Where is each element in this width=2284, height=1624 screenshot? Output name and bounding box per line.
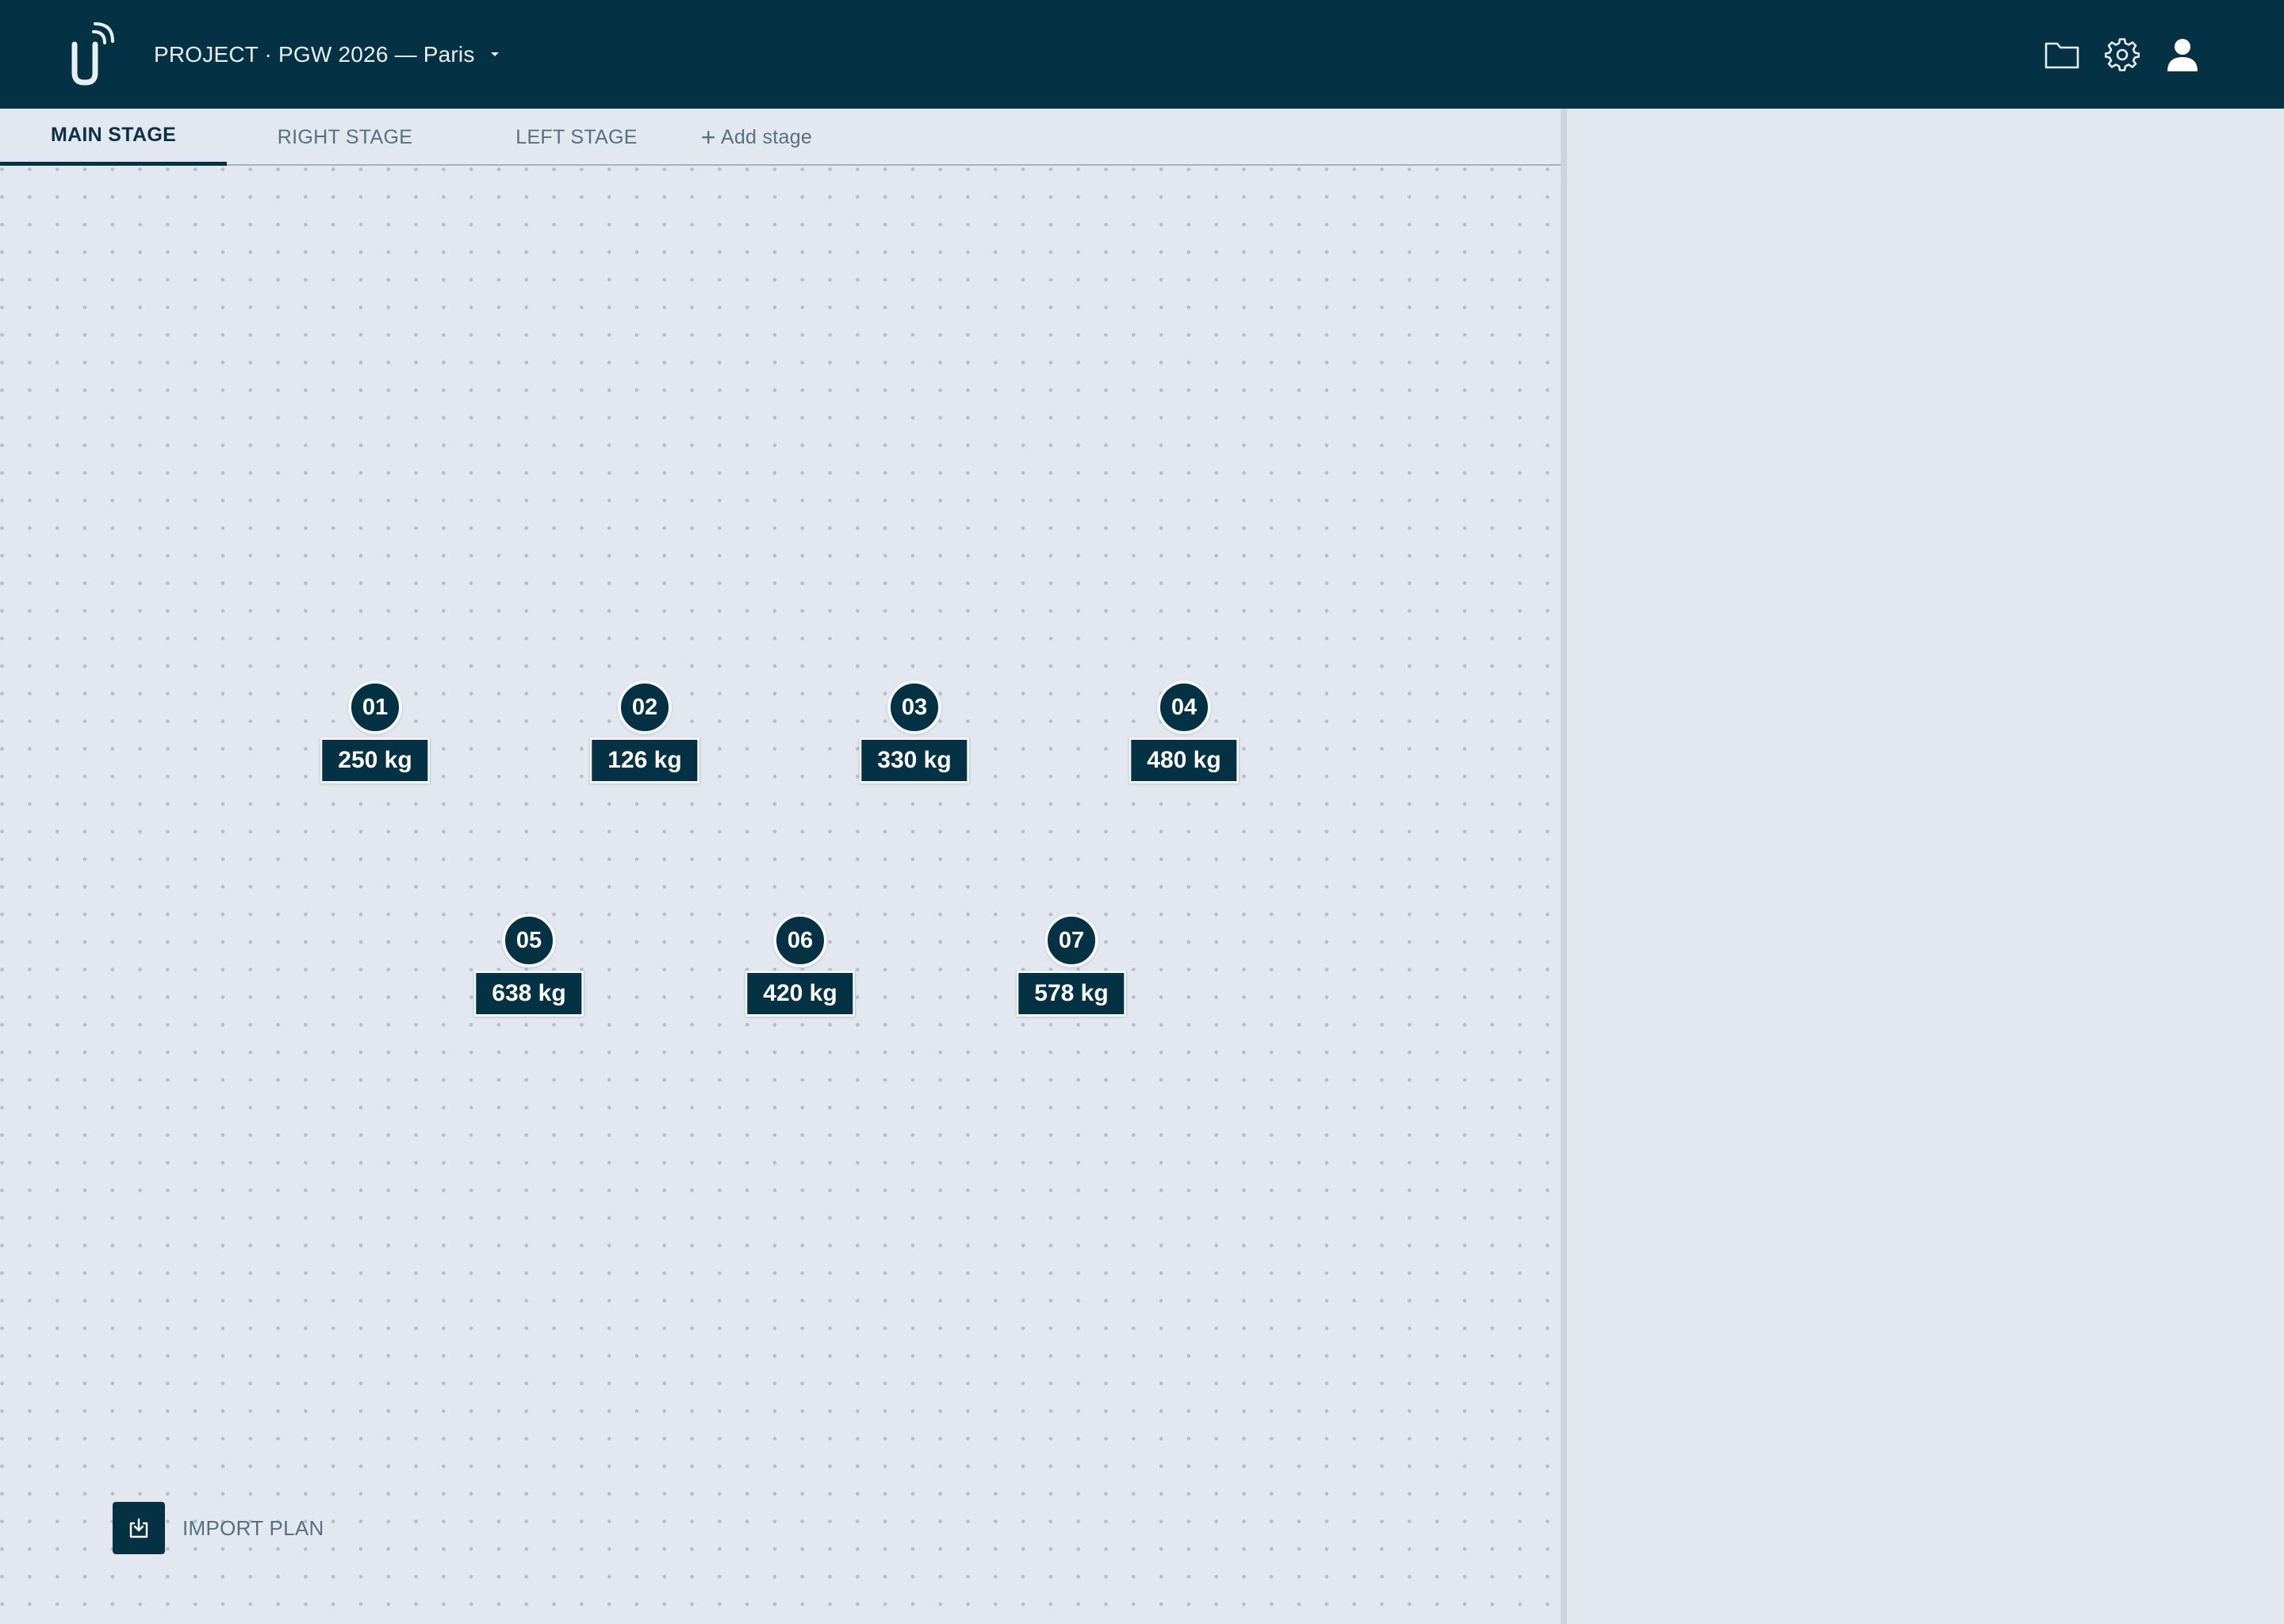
rigging-point-02[interactable]: 02 126 kg <box>581 680 708 791</box>
tab-label: MAIN STAGE <box>50 124 177 146</box>
tab-left-stage[interactable]: LEFT STAGE <box>487 109 666 166</box>
tab-right-stage[interactable]: RIGHT STAGE <box>252 109 438 166</box>
stage-canvas[interactable]: 01 250 kg 02 126 kg 03 330 kg 04 480 kg … <box>0 167 1561 1624</box>
gear-icon[interactable] <box>2103 36 2141 74</box>
panel-divider[interactable] <box>1561 109 1567 1624</box>
project-title: PROJECT · PGW 2026 — Paris <box>154 41 475 67</box>
stage-tabs: MAIN STAGE RIGHT STAGE LEFT STAGE + Add … <box>0 109 1561 166</box>
point-number-badge: 03 <box>887 680 941 734</box>
point-number-badge: 06 <box>773 914 827 967</box>
rigging-point-04[interactable]: 04 480 kg <box>1121 680 1247 791</box>
rigging-point-05[interactable]: 05 638 kg <box>466 914 592 1025</box>
properties-panel <box>1567 109 2284 1624</box>
import-plan-button[interactable]: IMPORT PLAN <box>113 1502 324 1554</box>
point-weight-label: 250 kg <box>320 737 431 783</box>
rigging-point-06[interactable]: 06 420 kg <box>737 914 864 1025</box>
caret-down-icon <box>486 46 504 63</box>
tab-label: LEFT STAGE <box>515 125 638 148</box>
rigging-point-07[interactable]: 07 578 kg <box>1008 914 1135 1025</box>
project-selector[interactable]: PROJECT · PGW 2026 — Paris <box>154 0 504 109</box>
point-weight-label: 480 kg <box>1129 737 1240 783</box>
point-weight-label: 638 kg <box>473 971 584 1017</box>
plus-icon: + <box>700 123 716 151</box>
point-weight-label: 126 kg <box>589 737 700 783</box>
download-icon[interactable] <box>113 1502 165 1554</box>
point-number-badge: 02 <box>618 680 672 734</box>
point-weight-label: 420 kg <box>745 971 856 1017</box>
tab-label: RIGHT STAGE <box>277 125 413 148</box>
add-stage-label: Add stage <box>720 125 813 148</box>
tab-main-stage[interactable]: MAIN STAGE <box>0 109 227 166</box>
rigging-point-03[interactable]: 03 330 kg <box>851 680 978 791</box>
user-icon[interactable] <box>2163 36 2202 74</box>
top-bar: PROJECT · PGW 2026 — Paris <box>0 0 2284 109</box>
import-plan-label: IMPORT PLAN <box>182 1515 324 1540</box>
point-weight-label: 330 kg <box>859 737 970 783</box>
header-actions <box>2043 0 2202 109</box>
point-number-badge: 01 <box>348 680 402 734</box>
point-number-badge: 04 <box>1157 680 1211 734</box>
point-weight-label: 578 kg <box>1016 971 1127 1017</box>
rigging-point-01[interactable]: 01 250 kg <box>312 680 439 791</box>
folder-icon[interactable] <box>2043 36 2081 74</box>
point-number-badge: 05 <box>502 914 556 967</box>
add-stage-button[interactable]: + Add stage <box>696 109 817 166</box>
app-logo-icon[interactable] <box>67 21 117 87</box>
point-number-badge: 07 <box>1044 914 1098 967</box>
